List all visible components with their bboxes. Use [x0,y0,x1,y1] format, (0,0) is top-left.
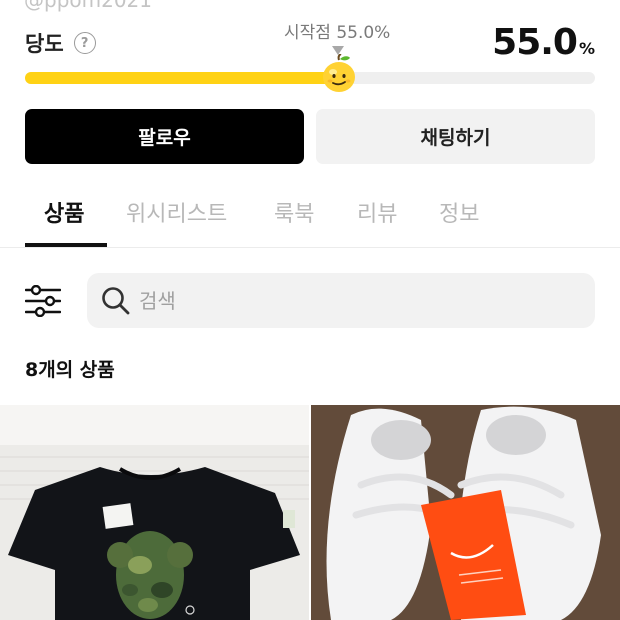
sweetness-meter [25,54,595,92]
product-card-tshirt[interactable] [0,405,309,620]
tab-info[interactable]: 정보 [439,196,479,228]
product-count: 8개의 상품 [25,359,115,381]
tab-wishlist[interactable]: 위시리스트 [126,196,227,228]
sweetness-number: 55.0 [492,22,578,63]
sweetness-label: 당도 [25,32,64,56]
black-camo-tshirt-image [0,405,309,620]
active-tab-indicator [25,243,107,247]
smiling-apple-icon [322,54,355,92]
product-card-sneakers[interactable] [311,405,620,620]
tab-lookbook[interactable]: 룩북 [274,196,314,228]
question-circle-icon[interactable]: ? [73,32,96,54]
sweetness-unit: % [578,39,595,58]
search-input[interactable] [139,281,579,321]
profile-handle: @ppom2021 [24,0,153,12]
tab-reviews[interactable]: 리뷰 [357,196,397,228]
magnifier-icon [102,287,130,315]
search-bar[interactable] [87,273,595,328]
chat-button[interactable]: 채팅하기 [316,109,595,164]
start-point-label: 시작점 55.0% [284,23,391,43]
filter-sliders-icon[interactable] [25,285,61,317]
sweetness-value: 55.0 % [492,22,595,63]
tab-products[interactable]: 상품 [44,196,84,228]
sweetness-label-group: 당도 ? [25,28,96,58]
profile-tabs: 상품 위시리스트 룩북 리뷰 정보 [0,186,620,248]
white-sneakers-image [311,405,620,620]
sweetness-meter-fill [25,72,339,84]
follow-button[interactable]: 팔로우 [25,109,304,164]
